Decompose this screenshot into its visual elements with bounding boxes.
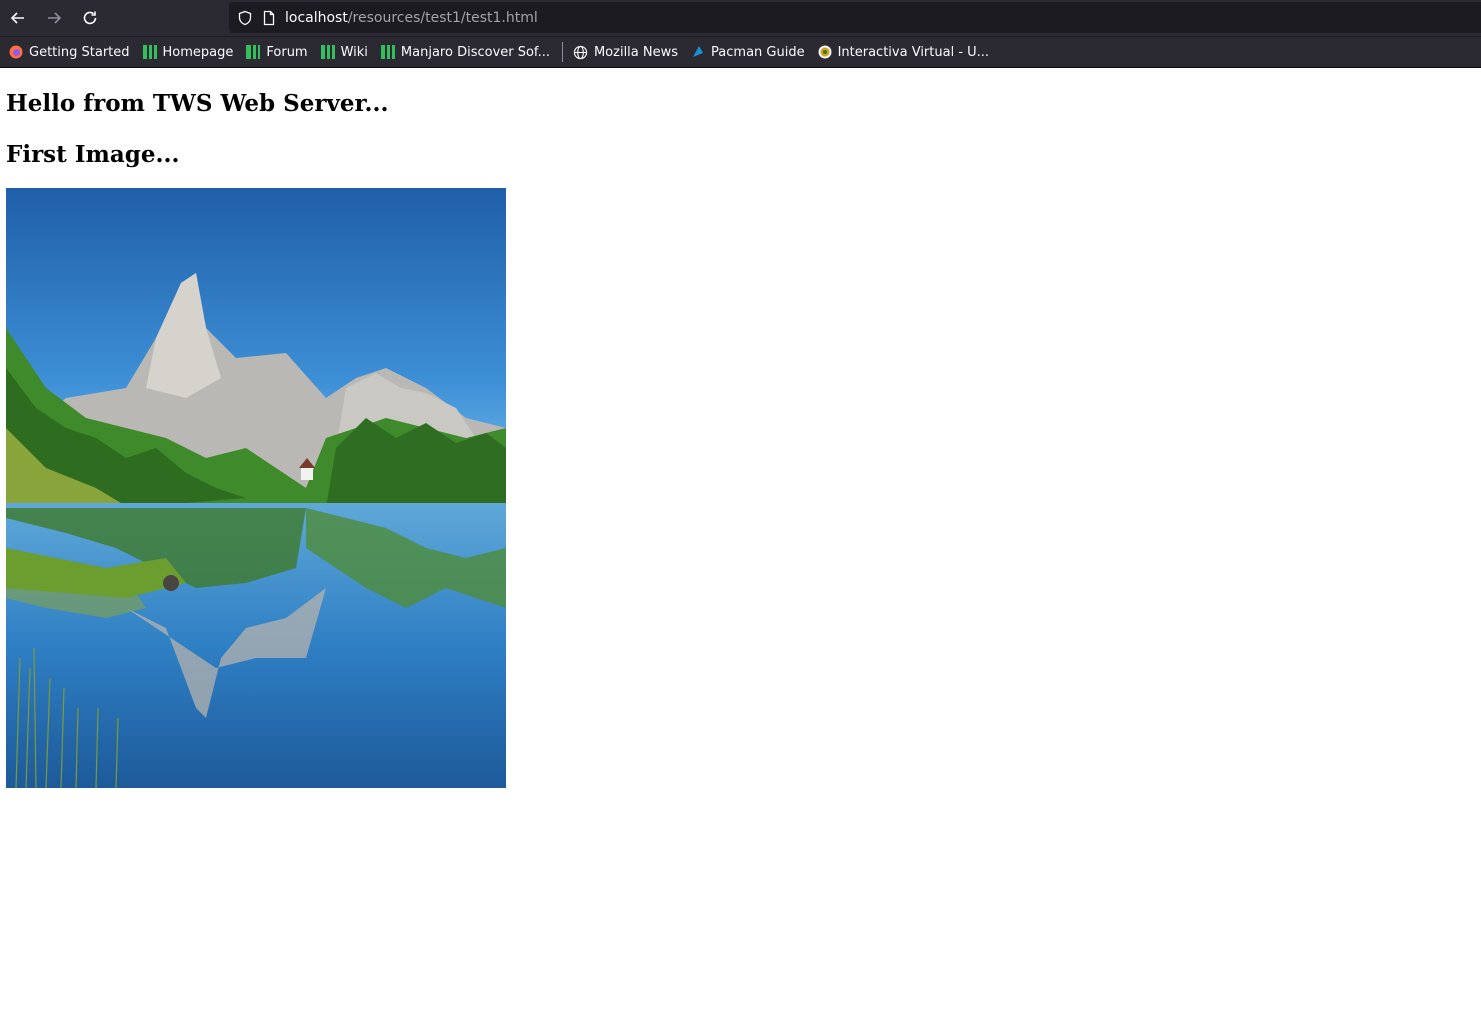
page-heading: Hello from TWS Web Server... xyxy=(6,90,389,117)
globe-icon xyxy=(573,44,589,60)
url-bar[interactable]: localhost/resources/test1/test1.html xyxy=(229,2,1481,33)
arrow-right-icon xyxy=(48,11,62,24)
url-path: /resources/test1/test1.html xyxy=(347,9,538,26)
arrow-left-icon xyxy=(10,11,24,24)
page-subheading: First Image... xyxy=(6,141,180,168)
manjaro-icon xyxy=(320,44,336,60)
back-button[interactable] xyxy=(0,0,36,35)
mountain-lake-image xyxy=(6,188,506,788)
site-icon xyxy=(817,44,833,60)
bookmark-homepage[interactable]: Homepage xyxy=(142,44,234,60)
bookmark-wiki[interactable]: Wiki xyxy=(320,44,368,60)
url-host: localhost xyxy=(285,9,348,26)
shield-icon[interactable] xyxy=(237,10,253,26)
page-content: Hello from TWS Web Server... First Image… xyxy=(0,90,1481,788)
bookmark-separator xyxy=(561,42,563,62)
bookmark-label: Forum xyxy=(266,44,308,60)
bookmark-label: Wiki xyxy=(340,44,368,60)
url-text[interactable]: localhost/resources/test1/test1.html xyxy=(285,10,538,26)
firefox-icon xyxy=(8,44,24,60)
bookmark-getting-started[interactable]: Getting Started xyxy=(8,44,130,60)
bookmark-label: Homepage xyxy=(162,44,234,60)
reload-button[interactable] xyxy=(72,0,108,35)
bookmark-label: Getting Started xyxy=(29,44,130,60)
bookmark-pacman-guide[interactable]: Pacman Guide xyxy=(690,44,805,60)
pacman-icon xyxy=(690,44,706,60)
manjaro-icon xyxy=(142,44,158,60)
bookmark-label: Interactiva Virtual - U... xyxy=(837,44,990,60)
bookmark-label: Pacman Guide xyxy=(711,44,805,60)
bookmark-forum[interactable]: Forum xyxy=(245,44,308,60)
reload-icon xyxy=(83,11,97,24)
manjaro-icon xyxy=(245,44,261,60)
forward-button[interactable] xyxy=(36,0,72,35)
bookmark-manjaro-discover[interactable]: Manjaro Discover Sof... xyxy=(380,44,550,60)
bookmark-mozilla-news[interactable]: Mozilla News xyxy=(573,44,678,60)
bookmark-label: Mozilla News xyxy=(593,44,679,60)
bookmarks-toolbar: Getting Started Homepage Forum Wiki Manj… xyxy=(0,36,1481,68)
bookmark-interactiva-virtual[interactable]: Interactiva Virtual - U... xyxy=(817,44,989,60)
bookmark-label: Manjaro Discover Sof... xyxy=(400,44,550,60)
browser-chrome: localhost/resources/test1/test1.html Get… xyxy=(0,0,1481,68)
manjaro-icon xyxy=(380,44,396,60)
page-icon[interactable] xyxy=(261,10,277,26)
